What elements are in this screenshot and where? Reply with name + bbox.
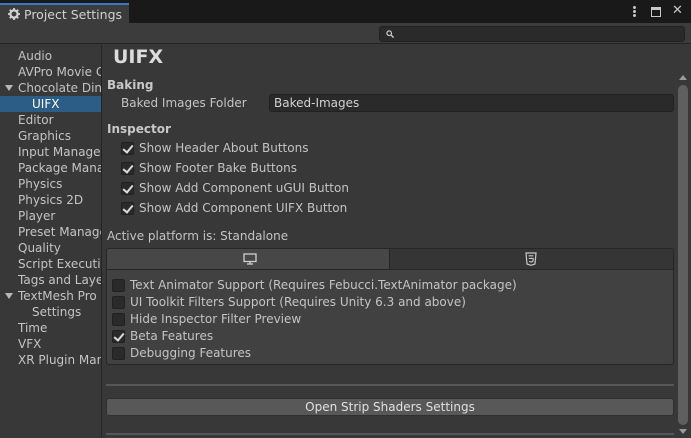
checkbox-label: Beta Features bbox=[130, 329, 214, 343]
project-settings-window: Project Settings ✕ Audio AVPro Movie C C… bbox=[0, 0, 691, 438]
checkbox[interactable] bbox=[112, 295, 125, 309]
text-animator-support-toggle[interactable]: Text Animator Support (Requires Febucci.… bbox=[112, 277, 517, 293]
sidebar-item-graphics[interactable]: Graphics bbox=[0, 128, 101, 144]
checkbox[interactable] bbox=[121, 181, 134, 195]
sidebar-item-xr-plugin-management[interactable]: XR Plugin Man bbox=[0, 352, 101, 368]
sidebar-item-physics[interactable]: Physics bbox=[0, 176, 101, 192]
sidebar-item-package-manager[interactable]: Package Mana bbox=[0, 160, 101, 176]
checkbox-label: Show Add Component UIFX Button bbox=[139, 201, 348, 215]
maximize-icon[interactable] bbox=[651, 6, 661, 17]
sidebar-item-player[interactable]: Player bbox=[0, 208, 101, 224]
section-divider bbox=[106, 384, 674, 386]
scrollbar-thumb[interactable] bbox=[678, 85, 688, 425]
window-controls: ✕ bbox=[629, 4, 683, 17]
tab-project-settings[interactable]: Project Settings bbox=[0, 3, 129, 23]
search-input[interactable] bbox=[379, 26, 685, 42]
sidebar-item-physics-2d[interactable]: Physics 2D bbox=[0, 192, 101, 208]
tab-title: Project Settings bbox=[24, 6, 123, 22]
search-icon bbox=[386, 30, 394, 38]
baked-images-folder-label: Baked Images Folder bbox=[121, 96, 247, 110]
sidebar-item-vfx[interactable]: VFX bbox=[0, 336, 101, 352]
platform-tabs bbox=[107, 249, 673, 270]
sidebar-item-uifx[interactable]: UIFX bbox=[0, 96, 101, 112]
beta-features-toggle[interactable]: Beta Features bbox=[112, 328, 213, 344]
scroll-down-icon[interactable] bbox=[679, 429, 687, 434]
checkbox[interactable] bbox=[112, 278, 125, 292]
sidebar-item-editor[interactable]: Editor bbox=[0, 112, 101, 128]
checkbox[interactable] bbox=[112, 346, 125, 360]
sidebar-item-input-manager[interactable]: Input Manager bbox=[0, 144, 101, 160]
sidebar-item-tags-and-layers[interactable]: Tags and Laye bbox=[0, 272, 101, 288]
checkbox-label: Show Add Component uGUI Button bbox=[139, 181, 349, 195]
checkbox-label: Debugging Features bbox=[130, 346, 252, 360]
checkbox[interactable] bbox=[121, 141, 134, 155]
checkbox[interactable] bbox=[121, 201, 134, 215]
sidebar-item-textmesh-settings[interactable]: Settings bbox=[0, 304, 101, 320]
sidebar-item-chocolate-dinosaur[interactable]: Chocolate Dine bbox=[0, 80, 101, 96]
baking-heading: Baking bbox=[107, 78, 154, 92]
baked-images-folder-field[interactable]: Baked-Images bbox=[269, 94, 674, 112]
html5-icon bbox=[525, 252, 537, 266]
inspector-heading: Inspector bbox=[107, 122, 171, 136]
checkbox[interactable] bbox=[112, 312, 125, 326]
active-platform-label: Active platform is: Standalone bbox=[107, 229, 289, 243]
sidebar-item-quality[interactable]: Quality bbox=[0, 240, 101, 256]
checkbox-label: Text Animator Support (Requires Febucci.… bbox=[130, 278, 517, 292]
tab-webgl[interactable] bbox=[390, 249, 673, 270]
checkbox[interactable] bbox=[121, 161, 134, 175]
checkbox[interactable] bbox=[112, 329, 125, 343]
checkbox-label: Show Footer Bake Buttons bbox=[139, 161, 297, 175]
ui-toolkit-filters-support-toggle[interactable]: UI Toolkit Filters Support (Requires Uni… bbox=[112, 294, 466, 310]
show-footer-bake-buttons-toggle[interactable]: Show Footer Bake Buttons bbox=[121, 160, 297, 176]
scroll-up-icon[interactable] bbox=[679, 75, 687, 80]
sidebar-item-avpro-movie-capture[interactable]: AVPro Movie C bbox=[0, 64, 101, 80]
section-divider bbox=[106, 433, 674, 435]
show-header-about-buttons-toggle[interactable]: Show Header About Buttons bbox=[121, 140, 308, 156]
checkbox-label: UI Toolkit Filters Support (Requires Uni… bbox=[130, 295, 466, 309]
debugging-features-toggle[interactable]: Debugging Features bbox=[112, 345, 251, 361]
more-options-icon[interactable] bbox=[629, 5, 640, 17]
gear-icon bbox=[8, 8, 20, 20]
expand-arrow-icon[interactable] bbox=[5, 85, 13, 91]
close-icon[interactable]: ✕ bbox=[672, 4, 683, 17]
hide-inspector-filter-preview-toggle[interactable]: Hide Inspector Filter Preview bbox=[112, 311, 301, 327]
sidebar-item-textmesh-pro[interactable]: TextMesh Pro bbox=[0, 288, 101, 304]
checkbox-label: Show Header About Buttons bbox=[139, 141, 309, 155]
sidebar-item-audio[interactable]: Audio bbox=[0, 48, 101, 64]
settings-main-panel: UIFX Baking Baked Images Folder Baked-Im… bbox=[103, 45, 691, 438]
title-bar: Project Settings ✕ bbox=[0, 0, 691, 23]
sidebar-item-time[interactable]: Time bbox=[0, 320, 101, 336]
open-strip-shaders-settings-button[interactable]: Open Strip Shaders Settings bbox=[106, 398, 674, 416]
vertical-scrollbar[interactable] bbox=[675, 71, 691, 438]
monitor-icon bbox=[243, 253, 257, 265]
page-title: UIFX bbox=[113, 46, 164, 68]
tab-standalone[interactable] bbox=[107, 249, 390, 270]
expand-arrow-icon[interactable] bbox=[5, 293, 13, 299]
show-add-component-ugui-button-toggle[interactable]: Show Add Component uGUI Button bbox=[121, 180, 349, 196]
sidebar-item-script-execution[interactable]: Script Executio bbox=[0, 256, 101, 272]
settings-sidebar: Audio AVPro Movie C Chocolate Dine UIFX … bbox=[0, 45, 102, 438]
show-add-component-uifx-button-toggle[interactable]: Show Add Component UIFX Button bbox=[121, 200, 347, 216]
settings-toolbar bbox=[0, 23, 691, 44]
checkbox-label: Hide Inspector Filter Preview bbox=[130, 312, 302, 326]
sidebar-item-preset-manager[interactable]: Preset Manage bbox=[0, 224, 101, 240]
platform-settings-box: Text Animator Support (Requires Febucci.… bbox=[106, 248, 674, 365]
